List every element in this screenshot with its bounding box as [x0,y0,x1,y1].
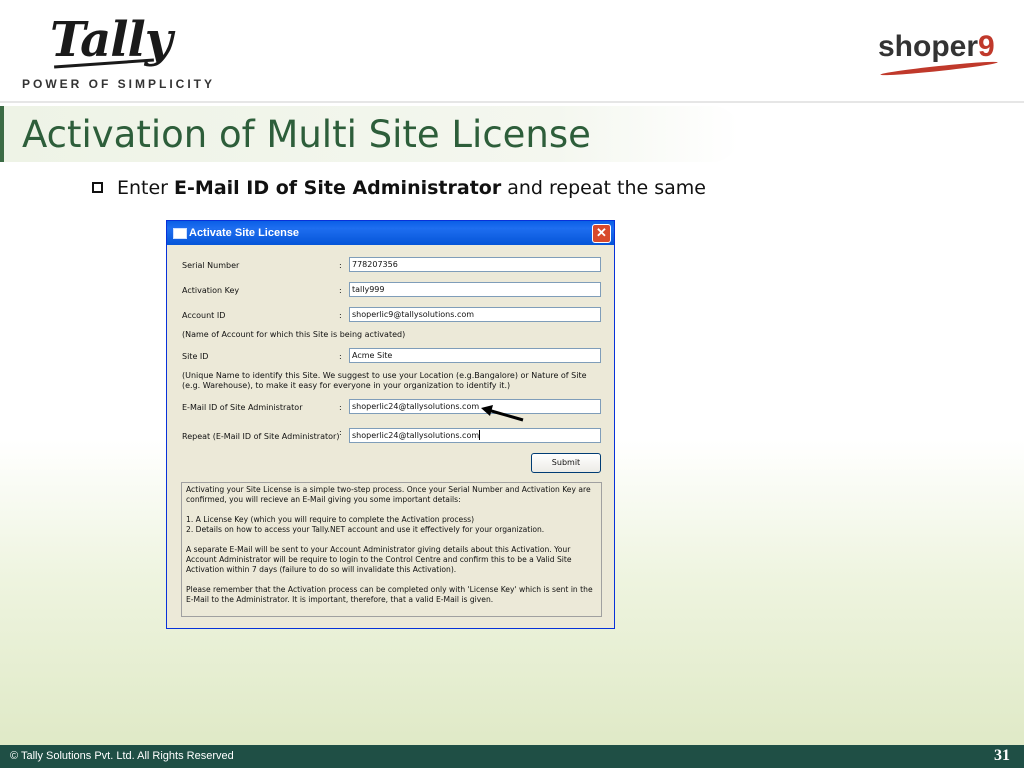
shoper-logo-text: shoper [878,30,979,63]
admin-email-label: E-Mail ID of Site Administrator [182,403,303,412]
bullet-suffix: and repeat the same [501,177,706,199]
info-paragraph: A separate E-Mail will be sent to your A… [186,545,572,574]
serial-number-label: Serial Number [182,261,240,270]
page-number: 31 [994,747,1010,764]
repeat-email-input[interactable]: shoperlic24@tallysolutions.com [349,428,601,443]
title-accent-bar [0,106,4,162]
slide-title: Activation of Multi Site License [22,113,591,156]
account-id-note: (Name of Account for which this Site is … [182,330,406,339]
tally-logo: Tally [50,12,173,69]
info-paragraph: Activating your Site License is a simple… [186,485,591,504]
submit-button[interactable]: Submit [531,453,601,473]
site-id-label: Site ID [182,352,209,361]
shoper-logo: shoper9 [878,30,998,78]
activation-key-input[interactable]: tally999 [349,282,601,297]
colon: : [339,261,342,270]
bullet-point: Enter E-Mail ID of Site Administrator an… [92,177,706,199]
account-id-input[interactable]: shoperlic9@tallysolutions.com [349,307,601,322]
close-icon[interactable]: ✕ [592,224,611,243]
colon: : [339,286,342,295]
text-caret [479,430,481,440]
info-text-box: Activating your Site License is a simple… [181,482,602,617]
checkbox-bullet-icon [92,182,103,193]
pointer-arrow-icon [481,405,524,422]
site-id-input[interactable]: Acme Site [349,348,601,363]
repeat-email-value: shoperlic24@tallysolutions.com [352,431,480,440]
info-list-item: 1. A License Key (which you will require… [186,515,475,524]
site-id-note: (Unique Name to identify this Site. We s… [182,371,587,390]
header-divider [0,101,1024,103]
info-list-item: 2. Details on how to access your Tally.N… [186,525,545,534]
bullet-prefix: Enter [117,177,175,199]
dialog-title: Activate Site License [189,227,300,239]
window-icon [173,228,187,239]
shoper-logo-number: 9 [978,30,995,63]
bullet-bold: E-Mail ID of Site Administrator [174,177,502,199]
info-paragraph: Please remember that the Activation proc… [186,585,593,604]
account-id-label: Account ID [182,311,226,320]
colon: : [339,403,342,412]
serial-number-input[interactable]: 778207356 [349,257,601,272]
footer-bar: © Tally Solutions Pvt. Ltd. All Rights R… [0,745,1024,768]
repeat-email-label: Repeat (E-Mail ID of Site Administrator) [182,432,340,441]
colon: : [339,311,342,320]
colon: : [339,352,342,361]
tagline: POWER OF SIMPLICITY [22,77,216,91]
activate-site-license-dialog: Activate Site License ✕ Serial Number : … [166,220,615,629]
activation-key-label: Activation Key [182,286,240,295]
colon: : [339,428,342,437]
dialog-titlebar[interactable]: Activate Site License ✕ [167,221,614,245]
copyright-text: © Tally Solutions Pvt. Ltd. All Rights R… [10,750,234,762]
admin-email-input[interactable]: shoperlic24@tallysolutions.com [349,399,601,414]
